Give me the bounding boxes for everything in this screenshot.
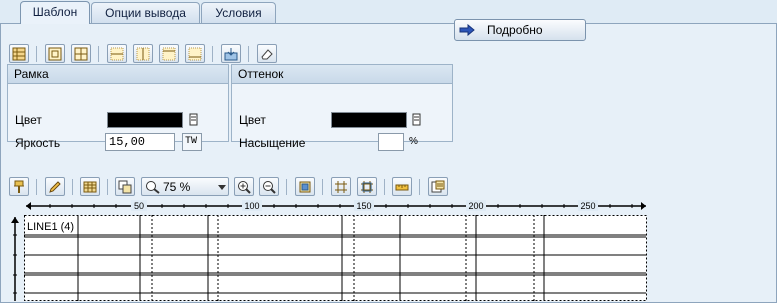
pencil-icon[interactable] (45, 177, 65, 196)
shade-color-label: Цвет (239, 113, 266, 127)
zoom-in-icon[interactable] (234, 177, 254, 196)
zoom-value: 75 % (163, 180, 191, 194)
zoom-select[interactable]: 75 % (141, 177, 229, 196)
details-button[interactable]: Подробно (454, 19, 586, 41)
settings-icon[interactable] (428, 177, 448, 196)
saturation-label: Насыщение (239, 136, 306, 150)
separator (248, 46, 249, 62)
frame-color-swatch[interactable] (107, 112, 183, 128)
vertical-ruler (11, 217, 19, 301)
ruler-tick-label: 100 (244, 201, 259, 211)
separator (36, 46, 37, 62)
separator (419, 179, 420, 195)
table-grid-icon[interactable] (80, 177, 100, 196)
saturation-input[interactable] (378, 133, 404, 151)
line-bottom-icon[interactable] (159, 44, 179, 63)
details-label: Подробно (487, 23, 543, 37)
table-layout-canvas[interactable] (24, 215, 648, 301)
ruler-tick-label: 200 (468, 201, 483, 211)
frame-group: Рамка (7, 64, 229, 142)
tab-template[interactable]: Шаблон (20, 1, 90, 24)
ruler-icon[interactable] (392, 177, 412, 196)
separator (72, 179, 73, 195)
cell-insert-icon[interactable] (45, 44, 65, 63)
tab-output-options[interactable]: Опции вывода (91, 2, 200, 23)
brightness-input[interactable]: 15,00 (105, 133, 175, 151)
arrow-right-icon (459, 24, 475, 36)
table-layout-icon[interactable] (9, 44, 29, 63)
ruler-tick-label: 50 (134, 201, 144, 211)
tab-conditions[interactable]: Условия (201, 2, 276, 23)
eraser-icon[interactable] (257, 44, 277, 63)
shade-color-swatch[interactable] (331, 112, 407, 128)
separator (322, 179, 323, 195)
brightness-label: Яркость (15, 136, 61, 150)
horizontal-ruler: 50 100 150 200 250 (26, 200, 646, 211)
saturation-unit: % (409, 136, 418, 147)
pin-icon[interactable] (9, 177, 29, 196)
chevron-down-icon (218, 185, 226, 190)
zoom-out-icon[interactable] (259, 177, 279, 196)
shade-group-title: Оттенок (232, 65, 452, 84)
table-cell-line1: LINE1 (4) (27, 221, 75, 233)
line-top-icon[interactable] (107, 44, 127, 63)
ruler-tick-label: 150 (356, 201, 371, 211)
separator (98, 46, 99, 62)
transfer-icon[interactable] (221, 44, 241, 63)
cell-split-icon[interactable] (71, 44, 91, 63)
frame-color-label: Цвет (15, 113, 42, 127)
ruler-tick-label: 250 (580, 201, 595, 211)
fit-page-icon[interactable] (295, 177, 315, 196)
zoom-icon (146, 181, 160, 194)
grid-snap-icon[interactable] (357, 177, 377, 196)
color-picker-icon[interactable] (188, 113, 200, 127)
separator (286, 179, 287, 195)
line-middle-icon[interactable] (133, 44, 153, 63)
grid-icon[interactable] (331, 177, 351, 196)
copy-icon[interactable] (115, 177, 135, 196)
line-full-icon[interactable] (185, 44, 205, 63)
separator (36, 179, 37, 195)
tab-strip: Шаблон Опции вывода Условия (0, 0, 777, 24)
color-picker-icon[interactable] (411, 113, 423, 127)
separator (212, 46, 213, 62)
separator (107, 179, 108, 195)
unit-field[interactable]: TW (182, 133, 202, 151)
separator (384, 179, 385, 195)
frame-group-title: Рамка (8, 65, 228, 84)
shade-group: Оттенок (231, 64, 453, 142)
